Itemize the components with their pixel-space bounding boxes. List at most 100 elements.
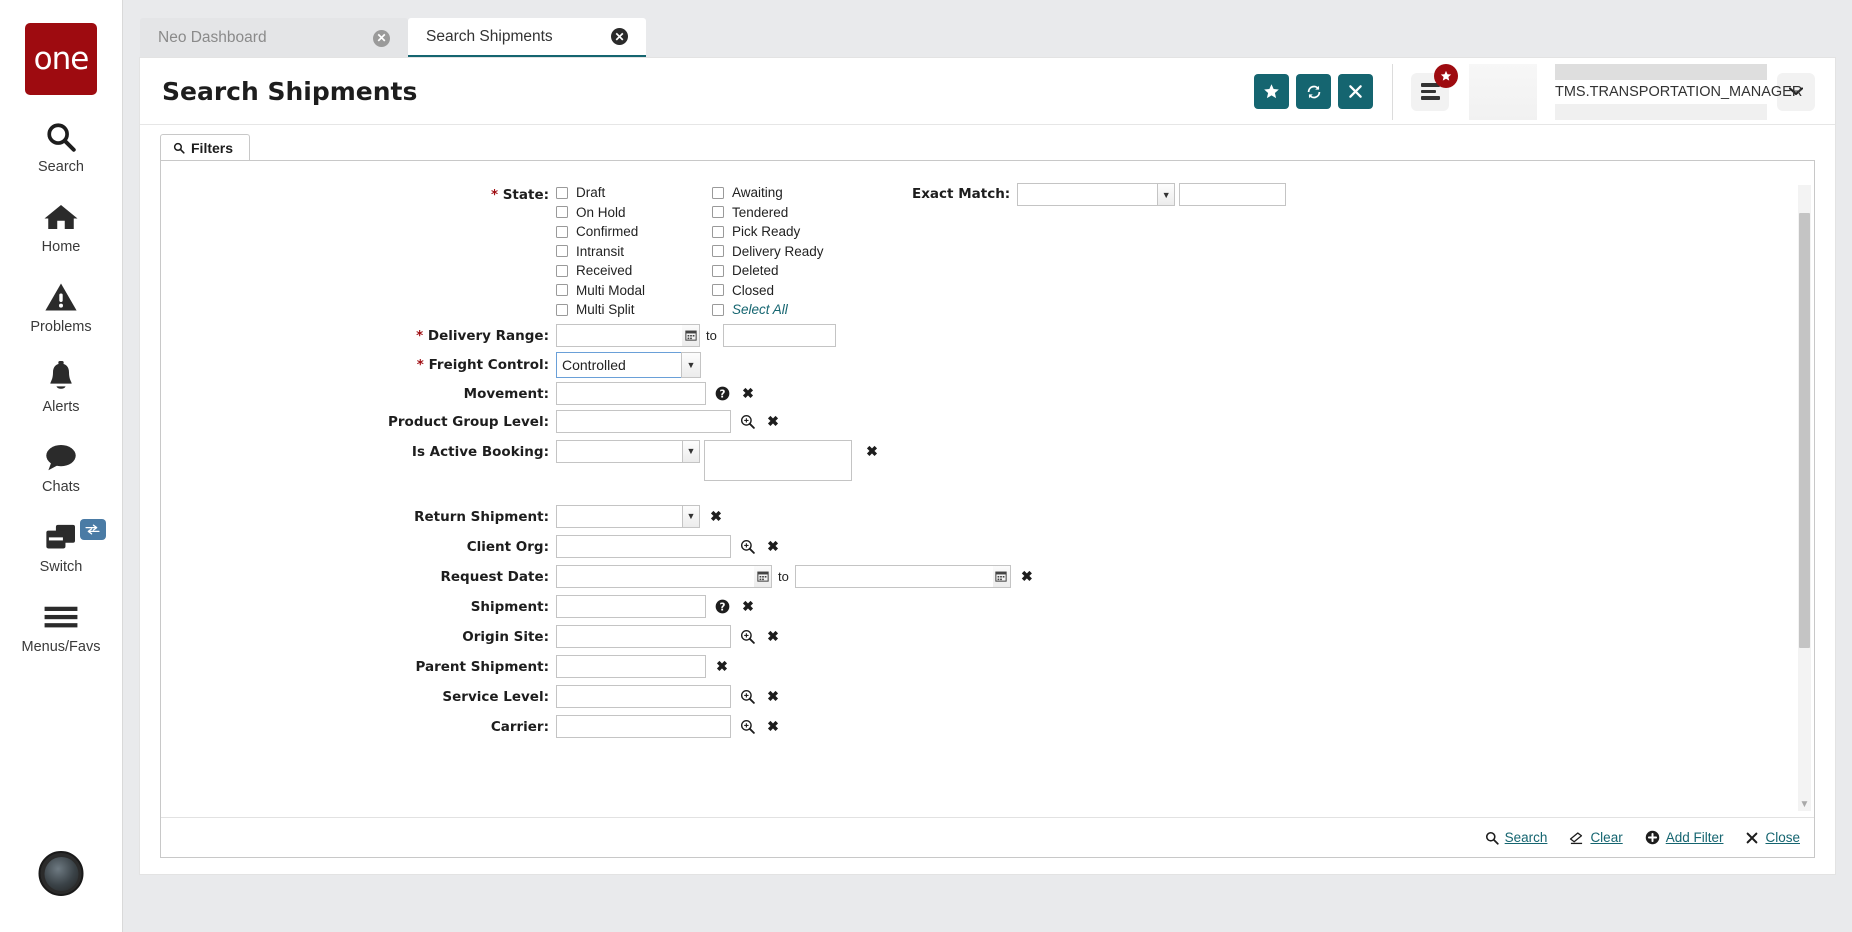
exact-match-select[interactable]: ▼ [1017,183,1176,206]
calendar-icon[interactable] [992,564,1011,588]
checkbox-confirmed[interactable]: Confirmed [556,222,712,242]
scrollbar-thumb[interactable] [1799,213,1810,648]
checkbox-box[interactable] [556,284,568,297]
clear-field-icon[interactable]: ✖ [763,410,783,433]
tab-filters[interactable]: Filters [160,134,251,160]
scrollbar-track[interactable] [1798,185,1811,811]
clear-field-icon[interactable]: ✖ [862,440,882,463]
scroll-down-arrow[interactable]: ▼ [1798,797,1811,811]
checkbox-tendered[interactable]: Tendered [712,203,912,223]
checkbox-pick-ready[interactable]: Pick Ready [712,222,912,242]
close-link[interactable]: Close [1745,830,1800,845]
search-lookup-icon[interactable] [737,410,757,433]
checkbox-closed[interactable]: Closed [712,281,912,301]
checkbox-awaiting[interactable]: Awaiting [712,183,912,203]
service-level-input[interactable] [556,684,731,708]
checkbox-box[interactable] [556,245,568,258]
tab-neo-dashboard[interactable]: Neo Dashboard ✕ [140,18,408,58]
request-date-to-input[interactable] [794,564,993,588]
checkbox-multi-split[interactable]: Multi Split [556,300,712,320]
chevron-down-icon[interactable]: ▼ [1157,183,1176,206]
calendar-icon[interactable] [754,564,772,588]
help-icon[interactable]: ? [712,382,732,405]
checkbox-box[interactable] [712,206,724,219]
clear-field-icon[interactable]: ✖ [738,382,758,405]
clear-link[interactable]: Clear [1569,830,1623,845]
freight-control-select[interactable]: Controlled ▼ [556,351,701,378]
checkbox-received[interactable]: Received [556,261,712,281]
chevron-down-icon[interactable]: ▼ [682,439,700,463]
clear-field-icon[interactable]: ✖ [712,655,732,678]
checkbox-box[interactable] [712,303,724,316]
search-lookup-icon[interactable] [737,685,757,708]
checkbox-delivery-ready[interactable]: Delivery Ready [712,242,912,262]
add-filter-link[interactable]: Add Filter [1645,830,1723,845]
sidebar-item-menus-favs[interactable]: Menus/Favs [0,597,123,655]
delivery-range-to-input[interactable] [722,323,836,347]
clear-field-icon[interactable]: ✖ [763,715,783,738]
product-group-level-input[interactable] [556,409,731,433]
checkbox-draft[interactable]: Draft [556,183,712,203]
checkbox-deleted[interactable]: Deleted [712,261,912,281]
close-icon[interactable]: ✕ [611,28,628,45]
checkbox-box[interactable] [556,206,568,219]
field-label: Origin Site: [161,625,556,649]
checkbox-box[interactable] [712,186,724,199]
sidebar-item-problems[interactable]: Problems [0,277,123,335]
sidebar-item-search[interactable]: Search [0,117,123,175]
page-title: Search Shipments [162,76,418,106]
sidebar-item-home[interactable]: Home [0,197,123,255]
clear-field-icon[interactable]: ✖ [763,625,783,648]
parent-shipment-input[interactable] [556,654,706,678]
request-date-from-input[interactable] [556,564,754,588]
checkbox-box[interactable] [712,264,724,277]
exact-match-input[interactable] [1179,183,1287,206]
help-icon[interactable]: ? [712,595,732,618]
checkbox-box[interactable] [556,186,568,199]
is-active-booking-select[interactable]: ▼ [556,439,700,463]
tab-search-shipments[interactable]: Search Shipments ✕ [408,18,646,58]
search-lookup-icon[interactable] [737,535,757,558]
checkbox-box[interactable] [556,264,568,277]
shipment-input[interactable] [556,594,706,618]
calendar-icon[interactable] [682,323,700,347]
user-avatar[interactable] [38,851,84,896]
checkbox-box[interactable] [712,284,724,297]
clear-field-icon[interactable]: ✖ [763,535,783,558]
refresh-button[interactable] [1296,74,1331,109]
movement-input[interactable] [556,381,706,405]
close-icon[interactable]: ✕ [373,29,390,47]
sidebar-item-alerts[interactable]: Alerts [0,357,123,415]
checkbox-box[interactable] [556,225,568,238]
is-active-booking-textarea[interactable] [704,439,852,481]
chevron-down-icon[interactable]: ▼ [682,504,700,528]
delivery-range-from-input[interactable] [556,323,682,347]
clear-field-icon[interactable]: ✖ [738,595,758,618]
sidebar-item-chats[interactable]: Chats [0,437,123,495]
context-menu-button[interactable] [1411,63,1458,111]
carrier-input[interactable] [556,714,731,738]
search-link[interactable]: Search [1485,830,1547,845]
sidebar-item-switch[interactable]: Switch [0,517,123,575]
chevron-down-icon[interactable]: ▼ [681,351,701,378]
favorite-button[interactable] [1254,74,1289,109]
switch-toggle-badge[interactable] [79,519,106,540]
origin-site-input[interactable] [556,624,731,648]
clear-field-icon[interactable]: ✖ [706,505,726,528]
checkbox-box[interactable] [712,245,724,258]
checkbox-box[interactable] [712,225,724,238]
checkbox-multi-modal[interactable]: Multi Modal [556,281,712,301]
return-shipment-select[interactable]: ▼ [556,504,700,528]
client-org-input[interactable] [556,534,731,558]
checkbox-label[interactable]: Select All [732,302,788,317]
clear-field-icon[interactable]: ✖ [1017,565,1037,588]
close-button[interactable] [1338,74,1373,109]
checkbox-on-hold[interactable]: On Hold [556,203,712,223]
search-lookup-icon[interactable] [737,715,757,738]
checkbox-intransit[interactable]: Intransit [556,242,712,262]
search-lookup-icon[interactable] [737,625,757,648]
clear-field-icon[interactable]: ✖ [763,685,783,708]
checkbox-select-all[interactable]: Select All [712,300,912,320]
checkbox-box[interactable] [556,303,568,316]
one-logo[interactable]: one [25,23,97,95]
